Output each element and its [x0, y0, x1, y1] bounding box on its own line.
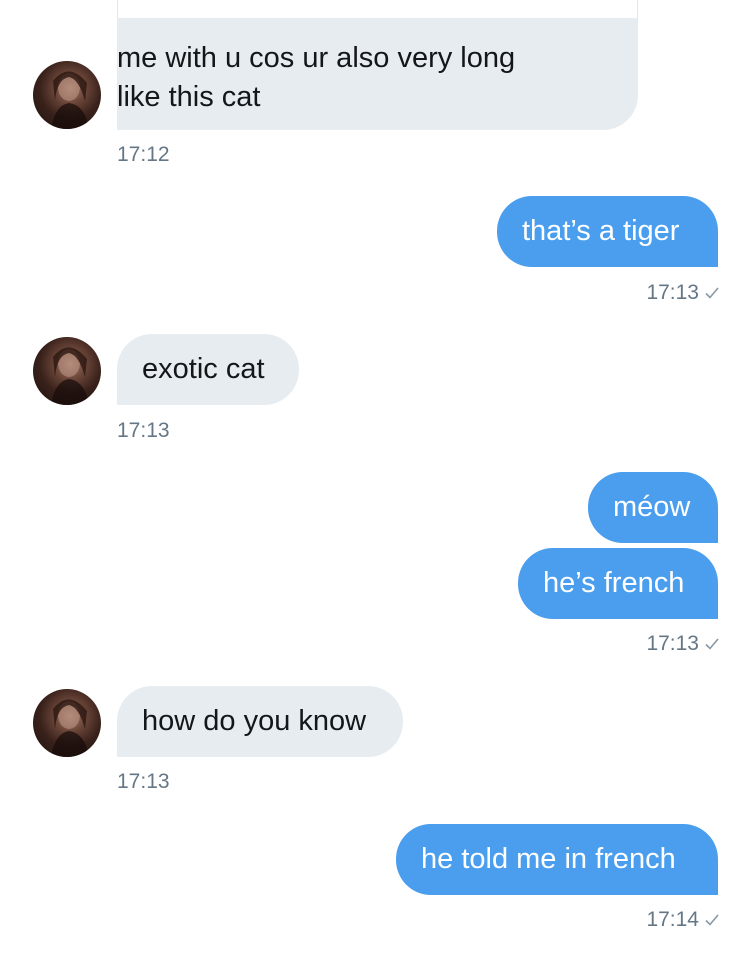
message-text: exotic cat — [142, 353, 265, 385]
message-timestamp: 17:13 — [646, 632, 699, 655]
message-timestamp: 17:12 — [117, 143, 170, 166]
message-timestamp-row: 17:14 — [646, 908, 719, 932]
message-timestamp-row: 17:13 — [646, 632, 719, 656]
message-text: he told me in french — [421, 843, 676, 875]
outgoing-message-bubble[interactable]: he told me in french — [396, 824, 718, 895]
message-text: that’s a tiger — [522, 215, 680, 247]
message-text: he’s french — [543, 567, 685, 599]
message-line: me with u cos ur also very long — [117, 42, 516, 74]
conversation-thread: me with u cos ur also very long like thi… — [0, 0, 749, 962]
incoming-message-bubble[interactable]: how do you know — [117, 686, 403, 757]
check-icon — [705, 287, 719, 299]
check-icon — [705, 914, 719, 926]
avatar[interactable] — [33, 337, 101, 405]
message-timestamp-row: 17:13 — [646, 281, 719, 305]
outgoing-message-bubble[interactable]: that’s a tiger — [497, 196, 718, 267]
message-line: like this cat — [117, 81, 261, 113]
message-timestamp: 17:13 — [117, 770, 170, 793]
incoming-message-bubble[interactable]: me with u cos ur also very long like thi… — [117, 18, 638, 130]
message-timestamp: 17:14 — [646, 908, 699, 931]
message-text: méow — [613, 491, 691, 523]
check-icon — [705, 638, 719, 650]
shared-media-card-edge[interactable] — [117, 0, 638, 18]
message-timestamp: 17:13 — [117, 419, 170, 442]
outgoing-message-bubble[interactable]: méow — [588, 472, 718, 543]
incoming-message-bubble[interactable]: exotic cat — [117, 334, 299, 405]
message-timestamp: 17:13 — [646, 281, 699, 304]
avatar[interactable] — [33, 689, 101, 757]
message-text: how do you know — [142, 705, 367, 737]
avatar[interactable] — [33, 61, 101, 129]
outgoing-message-bubble[interactable]: he’s french — [518, 548, 718, 619]
